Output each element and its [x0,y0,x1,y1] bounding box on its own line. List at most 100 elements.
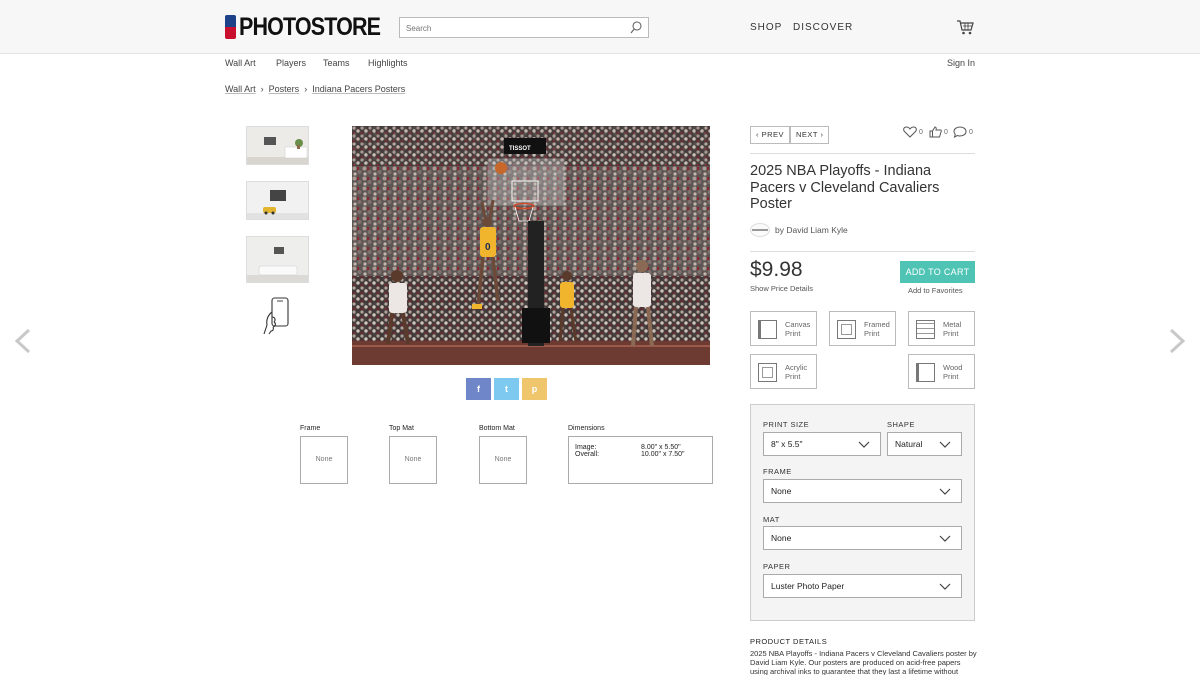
site-header: PHOTOSTORE SHOP DISCOVER [0,0,1200,54]
topmat-preview-label: Top Mat [389,425,414,432]
chevron-right-icon: › [304,84,308,94]
chevron-right-icon: › [260,84,264,94]
photostore-logo[interactable]: PHOTOSTORE [225,13,403,41]
likes-count-value: 0 [944,128,948,136]
breadcrumb-wall-art[interactable]: Wall Art [225,84,256,94]
scoreboard-text: TISSOT [509,146,531,152]
framed-print-icon [837,320,856,339]
thumbnail-room-shelf[interactable] [246,126,309,165]
frame-preview-box: None [300,436,348,484]
chevron-down-icon [939,441,951,448]
bottommat-preview-label: Bottom Mat [479,425,515,432]
search-icon[interactable] [630,21,642,34]
frame-select[interactable]: None [763,479,962,503]
subnav-highlights[interactable]: Highlights [368,58,408,68]
metal-print-icon [916,320,935,339]
wood-print-label: Wood Print [943,363,963,381]
prev-label: PREV [761,130,785,139]
acrylic-print-button[interactable]: Acrylic Print [750,354,817,389]
print-size-label: PRINT SIZE [763,420,810,429]
acrylic-print-label: Acrylic Print [785,363,808,381]
print-size-select[interactable]: 8" x 5.5" [763,432,881,456]
frame-preview-label: Frame [300,425,321,432]
thumbnail-room-sofa[interactable] [246,236,309,283]
jersey-number: 0 [485,242,491,253]
paper-select[interactable]: Luster Photo Paper [763,574,962,598]
print-size-value: 8" x 5.5" [771,439,803,449]
shape-label: SHAPE [887,420,915,429]
subnav-teams[interactable]: Teams [323,58,350,68]
canvas-print-button[interactable]: Canvas Print [750,311,817,346]
dimensions-label: Dimensions [568,425,605,432]
chevron-down-icon [939,583,951,590]
wood-print-button[interactable]: Wood Print [908,354,975,389]
thumbnail-room-car[interactable] [246,181,309,220]
frame-value: None [771,486,792,496]
metal-print-label: Metal Print [943,320,962,338]
wood-print-icon [916,363,935,382]
pinterest-share-button[interactable]: p [522,378,547,400]
paper-value: Luster Photo Paper [771,581,845,591]
artist-avatar [750,223,770,237]
overall-dim-label: Overall: [575,451,600,458]
comments-count[interactable]: 0 [953,126,973,138]
comment-icon [953,126,967,138]
previous-arrow-icon[interactable] [14,328,32,354]
product-details-text: 2025 NBA Playoffs - Indiana Pacers v Cle… [750,649,977,675]
divider [750,153,975,154]
search-input[interactable] [400,19,620,38]
heart-icon [903,126,917,138]
add-to-favorites-link[interactable]: Add to Favorites [908,286,963,295]
divider [750,251,975,252]
cart-icon[interactable] [956,19,974,35]
twitter-share-button[interactable]: t [494,378,519,400]
logo-text: PHOTOSTORE [239,12,381,41]
nav-discover[interactable]: DISCOVER [793,22,853,33]
favorites-count-value: 0 [919,128,923,136]
breadcrumb: Wall Art › Posters › Indiana Pacers Post… [225,84,405,94]
shape-value: Natural [895,439,923,449]
frame-label: FRAME [763,467,792,476]
favorites-count[interactable]: 0 [903,126,923,138]
acrylic-print-icon [758,363,777,382]
metal-print-button[interactable]: Metal Print [908,311,975,346]
chevron-right-icon: › [817,130,824,139]
product-details-heading: PRODUCT DETAILS [750,637,828,646]
view-on-phone-icon[interactable] [262,297,292,335]
paper-label: PAPER [763,562,791,571]
chevron-down-icon [939,488,951,495]
likes-count[interactable]: 0 [929,126,948,138]
subnav-wall-art[interactable]: Wall Art [225,58,256,68]
subnav-players[interactable]: Players [276,58,306,68]
image-dim-label: Image: [575,444,597,451]
prev-button[interactable]: ‹ PREV [750,126,791,144]
product-photo[interactable]: TISSOT 0 [352,126,710,365]
nav-shop[interactable]: SHOP [750,22,782,33]
breadcrumb-posters[interactable]: Posters [269,84,300,94]
nba-logo-icon [225,15,236,39]
breadcrumb-pacers-posters[interactable]: Indiana Pacers Posters [312,84,405,94]
mat-select[interactable]: None [763,526,962,550]
add-to-cart-button[interactable]: ADD TO CART [900,261,975,283]
mat-value: None [771,533,792,543]
shape-select[interactable]: Natural [887,432,962,456]
artist-byline[interactable]: by David Liam Kyle [750,223,848,237]
comments-count-value: 0 [969,128,973,136]
canvas-print-icon [758,320,777,339]
next-button[interactable]: NEXT › [790,126,830,144]
search-box[interactable] [399,17,649,38]
chevron-down-icon [939,535,951,542]
print-options-panel: PRINT SIZE SHAPE 8" x 5.5" Natural FRAME… [750,404,975,621]
framed-print-label: Framed Print [864,320,890,338]
mat-label: MAT [763,515,780,524]
canvas-print-label: Canvas Print [785,320,811,338]
sign-in-link[interactable]: Sign In [947,58,975,68]
product-title: 2025 NBA Playoffs - Indiana Pacers v Cle… [750,163,940,212]
overall-dim-value: 10.00" x 7.50" [641,451,685,458]
thumbs-up-icon [929,126,942,138]
bottommat-preview-box: None [479,436,527,484]
facebook-share-button[interactable]: f [466,378,491,400]
next-arrow-icon[interactable] [1168,328,1186,354]
framed-print-button[interactable]: Framed Print [829,311,896,346]
show-price-details-link[interactable]: Show Price Details [750,284,813,293]
